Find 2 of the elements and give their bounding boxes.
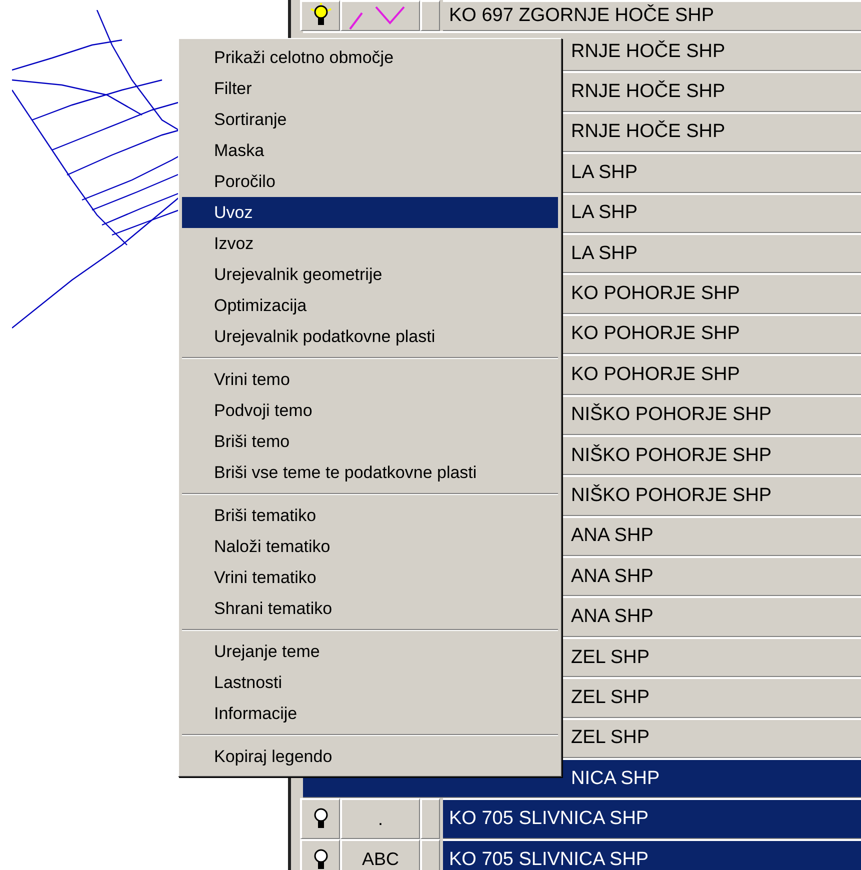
symbol-label: . (378, 808, 383, 830)
symbol-label: ABC (362, 849, 399, 870)
